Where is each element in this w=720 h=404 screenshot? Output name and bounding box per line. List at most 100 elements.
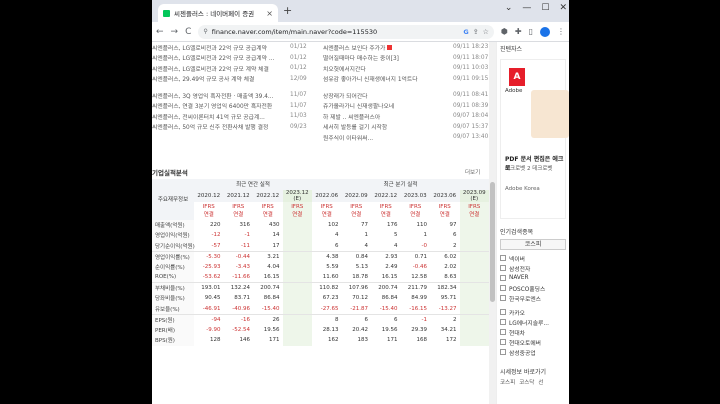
discussion-title[interactable]: 섬유감 좋아가니 신재생에너지 1억트다 bbox=[323, 74, 453, 83]
period-label: 2023.06 bbox=[433, 192, 457, 199]
menu-kebab-icon[interactable]: ⋮ bbox=[557, 27, 565, 36]
basis-label: 연결 bbox=[380, 211, 391, 218]
google-lens-icon[interactable]: G bbox=[463, 28, 468, 36]
financial-table: 주요재무정보 최근 연간 실적 최근 분기 실적 2020.12 2021.12 2022… bbox=[152, 179, 489, 346]
close-window-button[interactable]: ✕ bbox=[559, 3, 567, 13]
tab-search-icon[interactable]: ⌄ bbox=[505, 3, 513, 13]
discussion-title[interactable]: 씨엔플러스 보인다 주가가 bbox=[323, 43, 453, 52]
discussion-title[interactable]: 상장래가 되어간다 bbox=[323, 91, 453, 100]
extension-icon[interactable]: ⬢ bbox=[501, 27, 508, 36]
popular-item[interactable]: 현대차 bbox=[500, 327, 566, 337]
value-cell: 6 bbox=[364, 316, 369, 323]
basis-label: 연결 bbox=[262, 211, 273, 218]
estimate-mark: (E) bbox=[293, 195, 302, 202]
popular-item[interactable]: POSCO홀딩스 bbox=[500, 283, 566, 293]
popular-item[interactable]: 삼성중공업 bbox=[500, 347, 566, 357]
profile-avatar[interactable] bbox=[540, 26, 550, 37]
value-cell: 6 bbox=[394, 316, 398, 323]
period-header: 2022.12 bbox=[371, 189, 401, 202]
period-label: 2021.12 bbox=[226, 192, 250, 199]
discussion-title[interactable]: 세서히 발등를 걸기 시작함 bbox=[323, 122, 453, 131]
news-row: 씨엔플러스, LG엘로비전과 22억 규모 계약 체결 01/12 치오헛에서지간다… bbox=[152, 63, 489, 74]
value-cell: -1 bbox=[244, 232, 250, 239]
browser-window: 씨젠플러스 : 네이버페이 증권 × + ⌄ — ☐ ✕ ← → C ⚲ fin… bbox=[152, 0, 569, 404]
side-panel-icon[interactable]: ▯ bbox=[529, 27, 533, 36]
value-cell: 19.56 bbox=[381, 326, 398, 333]
popular-item[interactable]: 현대오토에버 bbox=[500, 337, 566, 347]
rank-box-icon bbox=[500, 285, 506, 291]
popular-item[interactable]: 삼성전자 bbox=[500, 263, 566, 273]
maximize-button[interactable]: ☐ bbox=[541, 3, 549, 13]
scrollbar[interactable] bbox=[489, 42, 496, 404]
value-cell: 132.24 bbox=[230, 285, 250, 291]
discussion-title[interactable]: 원주식이 이타워써... bbox=[323, 133, 453, 142]
bookmark-star-icon[interactable]: ☆ bbox=[483, 28, 489, 36]
news-row: 씨엔플러스, 50억 규모 신주 전환사채 발행 결정 09/23 세서히 발등를 … bbox=[152, 122, 489, 133]
discussion-title[interactable]: 치오헛에서지간다 bbox=[323, 64, 453, 73]
discussion-title-text: 떨어질때마다 매수하는 중이[3] bbox=[323, 56, 399, 63]
rank-box-icon bbox=[500, 339, 506, 345]
news-headline[interactable]: 씨엔플러스, 29.49억 규모 공사 계약 체결 bbox=[152, 74, 290, 83]
news-headline[interactable]: 씨엔플러스, LG엘로비전과 22억 규모 공급계약 ... bbox=[152, 53, 290, 62]
scrollbar-thumb[interactable] bbox=[490, 182, 495, 302]
value-cell: -16 bbox=[241, 316, 250, 323]
news-row: 원주식이 이타워써... 09/07 13:40 bbox=[152, 132, 489, 143]
discussion-title[interactable]: 하 제발 .. 씨엔플러스아 bbox=[323, 112, 453, 121]
address-bar[interactable]: ⚲ finance.naver.com/item/main.naver?code… bbox=[198, 24, 494, 39]
extensions-puzzle-icon[interactable]: ✚ bbox=[515, 27, 522, 36]
url-text[interactable]: finance.naver.com/item/main.naver?code=1… bbox=[212, 28, 460, 36]
news-headline[interactable]: 씨엔플러스, 연결 3분기 영업익 6400만 흑자전환 bbox=[152, 101, 290, 110]
news-headline[interactable]: 씨엔플러스, LG엘로비전과 22억 규모 계약 체결 bbox=[152, 64, 290, 73]
adobe-ad-banner[interactable]: A Adobe PDF 문서 편집은 에크로 에크로벳 2 데크로벳 Adobe… bbox=[500, 59, 569, 219]
popular-item[interactable]: LG에너지솔루... bbox=[500, 317, 566, 327]
value-cell: -52.54 bbox=[232, 326, 250, 333]
site-info-icon[interactable]: ⚲ bbox=[203, 28, 207, 35]
value-cell: 8 bbox=[335, 316, 339, 323]
value-cell: 193.01 bbox=[201, 285, 221, 291]
value-cell bbox=[459, 230, 489, 241]
sidebar-top-title: 진텐자스 bbox=[500, 46, 523, 53]
tab-close-icon[interactable]: × bbox=[266, 9, 273, 18]
value-cell: 6.02 bbox=[444, 253, 457, 260]
more-link[interactable]: 더보기 bbox=[465, 168, 480, 176]
news-section: 씨엔플러스, LG엘로비전과 22억 규모 공급계약 01/12 씨엔플러스 보인다… bbox=[152, 42, 489, 143]
popular-item-label: 삼성전자 bbox=[509, 266, 531, 273]
popular-item[interactable]: 넥이버 bbox=[500, 253, 566, 263]
value-cell: 0.84 bbox=[355, 253, 368, 260]
discussion-date: 09/11 08:39 bbox=[453, 102, 489, 109]
ad-sub: 에크로벳 2 데크로벳 bbox=[505, 166, 553, 172]
new-tab-button[interactable]: + bbox=[283, 4, 292, 17]
table-row: 부채비율(%) 193.01 132.24 200.74 110.82 107.96 200… bbox=[152, 282, 489, 293]
related-link-kospi[interactable]: 코스피 bbox=[500, 378, 515, 386]
value-cell bbox=[282, 272, 312, 283]
related-link-kosdaq[interactable]: 코스닥 bbox=[519, 378, 534, 386]
popular-item-label: 현대오토에버 bbox=[509, 340, 541, 347]
discussion-title[interactable]: 떨어질때마다 매수하는 중이[3] bbox=[323, 53, 453, 62]
browser-tab[interactable]: 씨젠플러스 : 네이버페이 증권 × bbox=[158, 4, 278, 22]
value-cell: 17 bbox=[272, 242, 280, 249]
share-icon[interactable]: ⇪ bbox=[473, 28, 479, 36]
back-icon[interactable]: ← bbox=[156, 27, 164, 37]
ifrs-label: IFRS bbox=[202, 203, 215, 210]
news-headline[interactable]: 씨엔플러스, 전씨이론터치 41억 규모 공급계... bbox=[152, 112, 290, 121]
ifrs-basis-cell: IFRS 연결 bbox=[312, 202, 342, 220]
popular-item[interactable]: 카카오 bbox=[500, 307, 566, 317]
period-label: 2022.12 bbox=[256, 192, 280, 199]
value-cell bbox=[282, 324, 312, 335]
period-label: 2022.06 bbox=[315, 192, 339, 199]
discussion-title[interactable]: 쥬가올라가니 신재생팔나오네 bbox=[323, 101, 453, 110]
popular-item[interactable]: NAVER bbox=[500, 273, 566, 283]
reload-icon[interactable]: C bbox=[185, 27, 191, 37]
value-cell: -46.91 bbox=[202, 305, 221, 312]
related-link-futures[interactable]: 선 bbox=[538, 378, 543, 386]
minimize-button[interactable]: — bbox=[522, 3, 531, 13]
period-header: 2023.06 bbox=[430, 189, 460, 202]
forward-icon[interactable]: → bbox=[171, 27, 179, 37]
news-headline[interactable]: 씨엔플러스, 3Q 영업익 흑자전환 · 매출액 39.4... bbox=[152, 91, 290, 100]
news-headline[interactable]: 씨엔플러스, LG엘로비전과 22억 규모 공급계약 bbox=[152, 43, 290, 52]
ifrs-basis-cell: IFRS 연결 bbox=[459, 201, 489, 220]
tab-kospi[interactable]: 코스피 bbox=[500, 239, 566, 250]
popular-item[interactable]: 한국무로엔스 bbox=[500, 293, 566, 303]
news-date: 12/09 bbox=[290, 75, 307, 82]
news-headline[interactable]: 씨엔플러스, 50억 규모 신주 전환사채 발행 결정 bbox=[152, 122, 290, 131]
